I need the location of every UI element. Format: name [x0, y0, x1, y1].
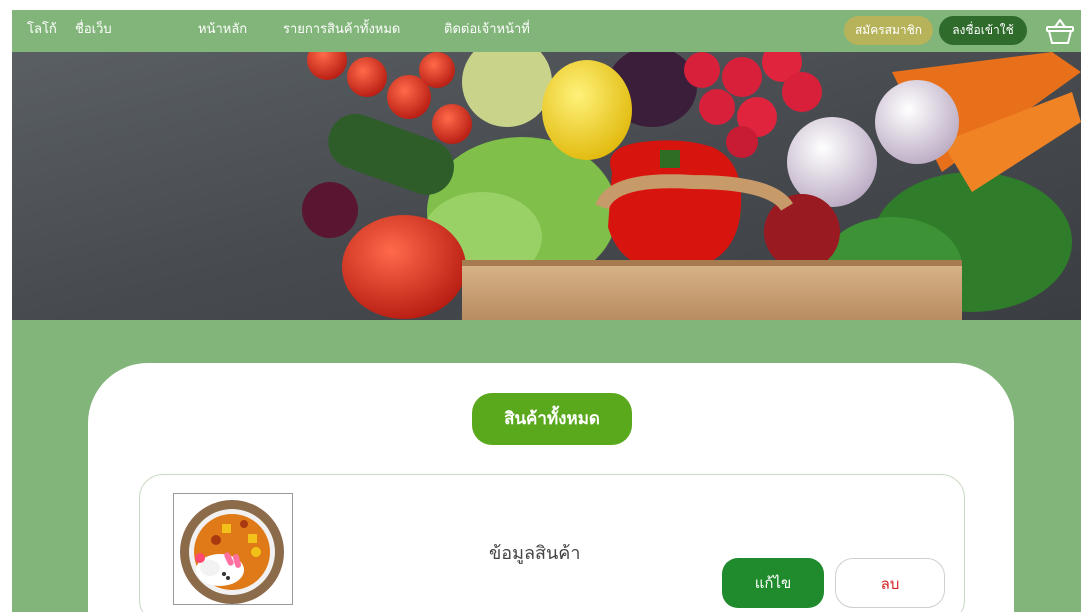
hero-vegetables-image	[12, 52, 1081, 320]
top-navbar: โลโก้ ชื่อเว็บ หน้าหลัก รายการสินค้าทั้ง…	[12, 10, 1081, 52]
register-button[interactable]: สมัครสมาชิก	[844, 16, 933, 45]
product-image	[173, 493, 293, 605]
product-info-label: ข้อมูลสินค้า	[489, 543, 581, 564]
page: โลโก้ ชื่อเว็บ หน้าหลัก รายการสินค้าทั้ง…	[0, 0, 1081, 612]
nav-link-contact[interactable]: ติดต่อเจ้าหน้าที่	[444, 22, 530, 38]
login-button[interactable]: ลงชื่อเข้าใช้	[939, 16, 1027, 45]
logo[interactable]: โลโก้	[27, 22, 57, 38]
section-title: สินค้าทั้งหมด	[472, 393, 632, 445]
curry-bowl-icon	[180, 500, 284, 604]
nav-link-all-products[interactable]: รายการสินค้าทั้งหมด	[283, 22, 400, 38]
edit-button[interactable]: แก้ไข	[722, 558, 824, 608]
nav-link-home[interactable]: หน้าหลัก	[198, 22, 247, 38]
site-name[interactable]: ชื่อเว็บ	[75, 22, 112, 38]
delete-button[interactable]: ลบ	[835, 558, 945, 608]
basket-icon[interactable]	[1044, 16, 1076, 46]
